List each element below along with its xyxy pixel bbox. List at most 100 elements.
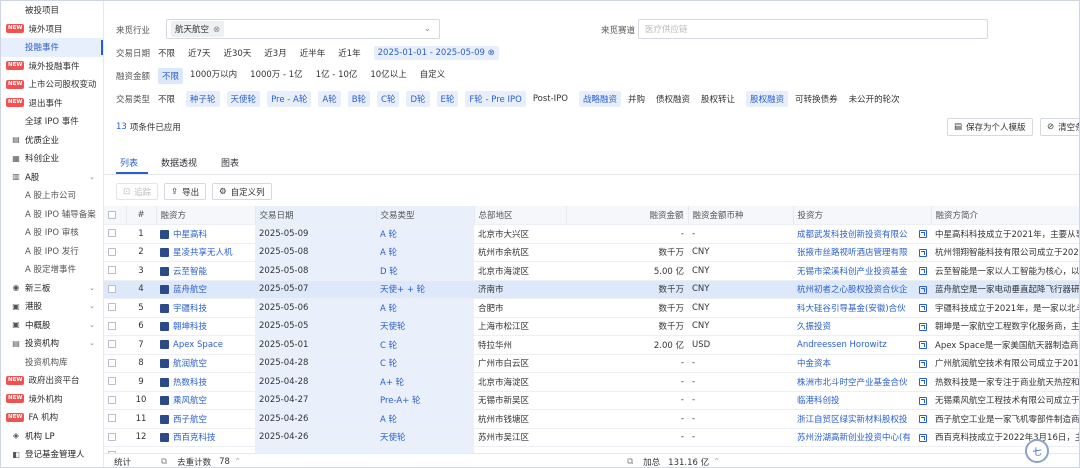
type-option[interactable]: 股权转让: [701, 93, 735, 105]
date-option[interactable]: 近7天: [188, 47, 210, 59]
cell-investor[interactable]: 杭州初者之心股权投资合伙企: [793, 280, 931, 299]
investor-name[interactable]: 临港科创投: [797, 396, 840, 406]
type-option[interactable]: 可转换债券: [795, 93, 838, 105]
clear-conditions-button[interactable]: ⊘清空条件: [1040, 118, 1079, 136]
sidebar-item[interactable]: A 股定增事件: [1, 260, 103, 279]
checkbox-icon[interactable]: [108, 210, 116, 219]
checkbox-icon[interactable]: [108, 432, 116, 441]
select-all-checkbox[interactable]: [104, 206, 127, 225]
investor-name[interactable]: Andreessen Horowitz: [797, 340, 887, 350]
investor-name[interactable]: 成都武发科技创新投资有限公: [797, 230, 908, 240]
type-option[interactable]: 债权融资: [656, 93, 690, 105]
sidebar-item[interactable]: NEW FA 机构: [1, 408, 103, 427]
amount-option[interactable]: 1000万以内: [190, 68, 237, 84]
type-option[interactable]: 不限: [158, 93, 175, 105]
investor-name[interactable]: 科大硅谷引导基金(安徽)合伙: [797, 304, 906, 314]
investor-name[interactable]: 中金资本: [797, 359, 831, 369]
sidebar-item[interactable]: ▤ 优质企业: [1, 131, 103, 150]
cell-company[interactable]: 翱坤科技: [156, 317, 255, 336]
company-name[interactable]: 乘风航空: [173, 396, 207, 406]
row-checkbox[interactable]: [104, 428, 126, 447]
sidebar-item[interactable]: ▦ 科创企业: [1, 149, 103, 168]
sidebar-item[interactable]: ▥ A股 ⌄: [1, 168, 103, 187]
date-range-chip[interactable]: 2025-01-01 - 2025-05-09 ⊗: [373, 46, 499, 60]
sidebar-item[interactable]: 投融事件: [1, 38, 103, 57]
sidebar-item[interactable]: ▣ 港股 ⌄: [1, 297, 103, 316]
amount-option[interactable]: 不限: [158, 68, 184, 84]
cell-investor[interactable]: 成都武发科技创新投资有限公: [793, 224, 931, 244]
investor-name[interactable]: 杭州初者之心股权投资合伙企: [797, 285, 908, 295]
table-row[interactable]: 1 中星高科 2025-05-09 A 轮北京市大兴区 - - 成都武发科技创新投资有限公中…: [104, 224, 1079, 244]
table-row[interactable]: 12 西百克科技 2025-04-26 天使轮 苏州市吴江区 - - 苏州汾湖高新创业投资中心…: [104, 428, 1079, 447]
sidebar-item[interactable]: NEW 境外项目: [1, 20, 103, 39]
type-option[interactable]: Pre - A轮: [267, 91, 312, 107]
cell-investor[interactable]: 株洲市北斗时空产业基金合伙: [793, 372, 931, 392]
row-checkbox[interactable]: [104, 354, 126, 373]
cell-investor[interactable]: 中金资本: [793, 354, 931, 373]
cell-investor[interactable]: Andreessen Horowitz: [793, 335, 931, 355]
type-option[interactable]: F轮 - Pre IPO: [465, 91, 526, 107]
sidebar-item[interactable]: NEW 境外投融事件: [1, 57, 103, 76]
column-header[interactable]: 交易日期: [255, 206, 377, 225]
cell-company[interactable]: 星凌共享无人机: [156, 243, 255, 262]
company-name[interactable]: 航润航空: [173, 359, 207, 369]
copy-icon[interactable]: ⧉: [161, 457, 167, 467]
cell-company[interactable]: 西百克科技: [156, 428, 255, 447]
cell-company[interactable]: Apex Space: [156, 335, 255, 355]
cell-investor[interactable]: 无锡市梁溪科创产业投资基金: [793, 261, 931, 281]
tab-pivot[interactable]: 数据透视: [161, 156, 197, 169]
type-option[interactable]: 天使轮: [226, 91, 261, 107]
type-option[interactable]: E轮: [436, 91, 459, 107]
row-checkbox[interactable]: [104, 391, 126, 410]
expand-icon[interactable]: [919, 359, 927, 368]
expand-icon[interactable]: [919, 248, 927, 257]
expand-icon[interactable]: [919, 433, 927, 442]
amount-option[interactable]: 1亿 - 10亿: [316, 68, 358, 84]
type-option[interactable]: 种子轮: [186, 91, 220, 107]
sum-chevron-icon[interactable]: ⌃: [713, 457, 720, 467]
column-header[interactable]: 融资金额: [566, 206, 689, 225]
type-option[interactable]: 未公开的轮次: [849, 93, 900, 105]
type-option[interactable]: 股权融资: [746, 91, 789, 107]
checkbox-icon[interactable]: [108, 284, 116, 293]
chevron-down-icon[interactable]: ⌄: [424, 24, 431, 34]
industry-select[interactable]: 航天航空 ⊗ ⌄: [166, 19, 440, 39]
company-name[interactable]: 中星高科: [173, 230, 207, 240]
sidebar-item[interactable]: 全球 IPO 事件: [1, 112, 103, 131]
column-header[interactable]: 融资方: [156, 206, 256, 225]
investor-name[interactable]: 张掖市丝路视听酒店管理有限: [797, 248, 908, 258]
cell-investor[interactable]: 科大硅谷引导基金(安徽)合伙: [793, 298, 931, 318]
investor-name[interactable]: 株洲市北斗时空产业基金合伙: [797, 378, 908, 388]
date-option[interactable]: 近3月: [264, 47, 286, 59]
date-option[interactable]: 近半年: [300, 47, 326, 59]
cell-company[interactable]: 航润航空: [156, 354, 255, 373]
amount-option[interactable]: 10亿以上: [370, 68, 406, 84]
company-name[interactable]: 宇疆科技: [173, 304, 207, 314]
company-name[interactable]: Apex Space: [173, 340, 223, 350]
amount-option[interactable]: 自定义: [420, 68, 446, 84]
sidebar-item[interactable]: NEW 上市公司股权变动: [1, 75, 103, 94]
remove-date-icon[interactable]: ⊗: [488, 48, 495, 58]
cell-investor[interactable]: 苏州汾湖高新创业投资中心(有: [793, 428, 931, 447]
type-option[interactable]: Post-IPO: [533, 94, 568, 104]
table-row[interactable]: 8 航润航空 2025-04-28 C 轮广州市白云区 - - 中金资本 广州航润航空技术有限…: [104, 354, 1079, 373]
sidebar-item[interactable]: A 股 IPO 审核: [1, 223, 103, 242]
type-option[interactable]: C轮: [377, 91, 400, 107]
tab-chart[interactable]: 图表: [221, 156, 239, 169]
sidebar-item[interactable]: A 股上市公司: [1, 186, 103, 205]
investor-name[interactable]: 久振投资: [797, 322, 831, 332]
sidebar-item[interactable]: ▤ 投资机构 ⌄: [1, 334, 103, 353]
type-option[interactable]: 并购: [628, 93, 645, 105]
remove-chip-icon[interactable]: ⊗: [213, 25, 220, 35]
sidebar-item[interactable]: ◧ 登记基金管理人: [1, 445, 103, 464]
table-row[interactable]: 11 西子航空 2025-04-26 A 轮杭州市钱塘区 - - 浙江自贸区绿实新材料股权投…: [104, 409, 1079, 429]
row-checkbox[interactable]: [104, 409, 126, 429]
sidebar-item[interactable]: ◉ 新三板 ⌄: [1, 279, 103, 298]
column-header[interactable]: #: [126, 206, 157, 225]
row-checkbox[interactable]: [104, 298, 126, 318]
column-header[interactable]: 总部地区: [474, 206, 567, 225]
sidebar-item[interactable]: NEW 政府出资平台: [1, 371, 103, 390]
custom-columns-button[interactable]: ⚙ 自定义列: [212, 183, 272, 200]
column-header[interactable]: 融资金额币种: [688, 206, 794, 225]
amount-option[interactable]: 1000万 - 1亿: [250, 68, 303, 84]
